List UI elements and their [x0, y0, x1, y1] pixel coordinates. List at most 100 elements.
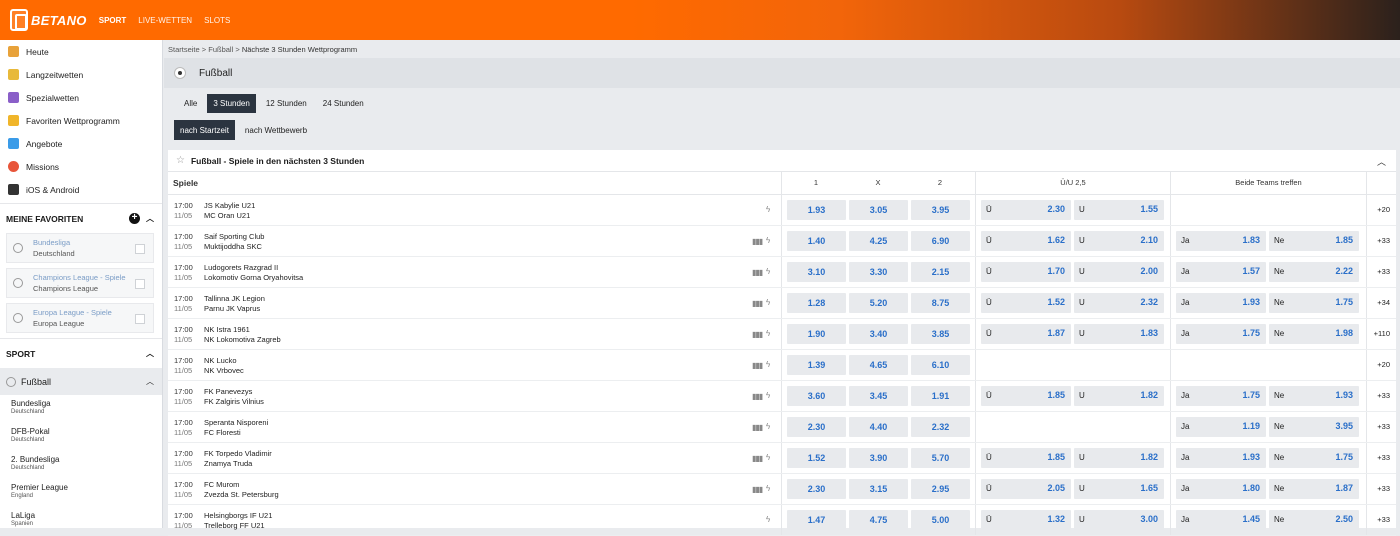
favorite-item[interactable]: Champions League - Spiele Champions Leagu… — [6, 268, 154, 298]
favorite-checkbox[interactable] — [135, 244, 145, 254]
odds-button-x[interactable]: 4.25 — [849, 231, 908, 251]
favorite-checkbox[interactable] — [135, 279, 145, 289]
ou-under-button[interactable]: U 1.82 — [1074, 448, 1164, 468]
btts-yes-button[interactable]: Ja 1.75 — [1176, 386, 1266, 406]
live-bolt-icon[interactable]: ϟ — [766, 329, 770, 338]
ou-over-button[interactable]: Ü 1.70 — [981, 262, 1071, 282]
live-bolt-icon[interactable]: ϟ — [766, 484, 770, 493]
more-markets-link[interactable]: +33 — [1368, 515, 1390, 524]
match-teams[interactable]: JS Kabylie U21 MC Oran U21 — [204, 201, 255, 221]
match-teams[interactable]: FK Torpedo Vladimir Znamya Truda — [204, 449, 272, 469]
odds-button-x[interactable]: 3.05 — [849, 200, 908, 220]
odds-button-x[interactable]: 4.75 — [849, 510, 908, 530]
match-teams[interactable]: Speranta Nisporeni FC Floresti — [204, 418, 268, 438]
odds-button-2[interactable]: 3.85 — [911, 324, 970, 344]
stats-icon[interactable]: ▮▮▮ — [752, 454, 763, 463]
match-teams[interactable]: NK Istra 1961 NK Lokomotiva Zagreb — [204, 325, 281, 345]
btts-yes-button[interactable]: Ja 1.19 — [1176, 417, 1266, 437]
time-tab[interactable]: 24 Stunden — [317, 94, 370, 113]
live-bolt-icon[interactable]: ϟ — [766, 422, 770, 431]
odds-button-2[interactable]: 2.32 — [911, 417, 970, 437]
league-item[interactable]: Bundesliga Deutschland — [0, 395, 162, 423]
favorite-item[interactable]: Europa League - Spiele Europa League — [6, 303, 154, 333]
more-markets-link[interactable]: +34 — [1368, 298, 1390, 307]
favorite-checkbox[interactable] — [135, 314, 145, 324]
more-markets-link[interactable]: +33 — [1368, 484, 1390, 493]
ou-over-button[interactable]: Ü 1.85 — [981, 448, 1071, 468]
match-teams[interactable]: Ludogorets Razgrad II Lokomotiv Gorna Ory… — [204, 263, 303, 283]
ou-under-button[interactable]: U 1.65 — [1074, 479, 1164, 499]
stats-icon[interactable]: ▮▮▮ — [752, 299, 763, 308]
live-bolt-icon[interactable]: ϟ — [766, 236, 770, 245]
match-teams[interactable]: NK Lucko NK Vrbovec — [204, 356, 244, 376]
stats-icon[interactable]: ▮▮▮ — [752, 268, 763, 277]
chevron-up-icon[interactable]: ︿ — [1377, 155, 1386, 168]
breadcrumb-home[interactable]: Startseite — [168, 45, 200, 54]
sport-selected[interactable]: Fußball ︿ — [0, 368, 162, 395]
chevron-up-icon[interactable]: ︿ — [146, 213, 154, 224]
odds-button-1[interactable]: 1.28 — [787, 293, 846, 313]
add-favorite-icon[interactable]: + — [129, 213, 140, 224]
live-bolt-icon[interactable]: ϟ — [766, 453, 770, 462]
more-markets-link[interactable]: +33 — [1368, 422, 1390, 431]
live-bolt-icon[interactable]: ϟ — [766, 298, 770, 307]
match-teams[interactable]: FK Panevezys FK Zalgiris Vilnius — [204, 387, 264, 407]
match-teams[interactable]: Helsingborgs IF U21 Trelleborg FF U21 — [204, 511, 272, 531]
btts-yes-button[interactable]: Ja 1.75 — [1176, 324, 1266, 344]
time-tab[interactable]: 12 Stunden — [260, 94, 313, 113]
odds-button-1[interactable]: 2.30 — [787, 417, 846, 437]
btts-no-button[interactable]: Ne 1.87 — [1269, 479, 1359, 499]
ou-under-button[interactable]: U 1.82 — [1074, 386, 1164, 406]
btts-yes-button[interactable]: Ja 1.45 — [1176, 510, 1266, 530]
nav-sport[interactable]: SPORT — [99, 16, 127, 25]
live-bolt-icon[interactable]: ϟ — [766, 360, 770, 369]
odds-button-x[interactable]: 4.65 — [849, 355, 908, 375]
odds-button-x[interactable]: 3.30 — [849, 262, 908, 282]
sidebar-item[interactable]: Angebote — [0, 132, 162, 155]
ou-under-button[interactable]: U 1.83 — [1074, 324, 1164, 344]
betano-logo[interactable]: BETANO — [10, 9, 87, 31]
odds-button-1[interactable]: 1.90 — [787, 324, 846, 344]
btts-yes-button[interactable]: Ja 1.93 — [1176, 448, 1266, 468]
ou-over-button[interactable]: Ü 1.52 — [981, 293, 1071, 313]
more-markets-link[interactable]: +33 — [1368, 236, 1390, 245]
odds-button-2[interactable]: 2.95 — [911, 479, 970, 499]
chevron-up-icon[interactable]: ︿ — [146, 376, 154, 387]
live-bolt-icon[interactable]: ϟ — [766, 391, 770, 400]
btts-no-button[interactable]: Ne 2.50 — [1269, 510, 1359, 530]
time-tab[interactable]: Alle — [178, 94, 203, 113]
ou-over-button[interactable]: Ü 1.62 — [981, 231, 1071, 251]
odds-button-x[interactable]: 3.45 — [849, 386, 908, 406]
stats-icon[interactable]: ▮▮▮ — [752, 392, 763, 401]
ou-over-button[interactable]: Ü 2.30 — [981, 200, 1071, 220]
sidebar-item[interactable]: Heute — [0, 40, 162, 63]
match-teams[interactable]: Saif Sporting Club Muktijoddha SKC — [204, 232, 264, 252]
more-markets-link[interactable]: +110 — [1368, 329, 1390, 338]
odds-button-1[interactable]: 3.60 — [787, 386, 846, 406]
ou-under-button[interactable]: U 2.10 — [1074, 231, 1164, 251]
odds-button-1[interactable]: 1.39 — [787, 355, 846, 375]
chevron-up-icon[interactable]: ︿ — [146, 348, 154, 359]
btts-yes-button[interactable]: Ja 1.57 — [1176, 262, 1266, 282]
ou-over-button[interactable]: Ü 1.85 — [981, 386, 1071, 406]
odds-button-2[interactable]: 1.91 — [911, 386, 970, 406]
btts-yes-button[interactable]: Ja 1.93 — [1176, 293, 1266, 313]
time-tab[interactable]: 3 Stunden — [207, 94, 256, 113]
sidebar-item[interactable]: Missions — [0, 155, 162, 178]
sidebar-item[interactable]: Spezialwetten — [0, 86, 162, 109]
stats-icon[interactable]: ▮▮▮ — [752, 330, 763, 339]
odds-button-1[interactable]: 2.30 — [787, 479, 846, 499]
live-bolt-icon[interactable]: ϟ — [766, 515, 770, 524]
odds-button-2[interactable]: 3.95 — [911, 200, 970, 220]
sidebar-item[interactable]: Langzeitwetten — [0, 63, 162, 86]
btts-yes-button[interactable]: Ja 1.80 — [1176, 479, 1266, 499]
odds-button-2[interactable]: 8.75 — [911, 293, 970, 313]
sidebar-item[interactable]: iOS & Android — [0, 178, 162, 201]
nav-slots[interactable]: SLOTS — [204, 16, 230, 25]
panel-header[interactable]: ☆ Fußball - Spiele in den nächsten 3 Stu… — [168, 150, 1396, 172]
league-item[interactable]: LaLiga Spanien — [0, 507, 162, 535]
odds-button-1[interactable]: 1.93 — [787, 200, 846, 220]
sidebar-item[interactable]: Favoriten Wettprogramm — [0, 109, 162, 132]
odds-button-2[interactable]: 6.10 — [911, 355, 970, 375]
odds-button-2[interactable]: 5.70 — [911, 448, 970, 468]
